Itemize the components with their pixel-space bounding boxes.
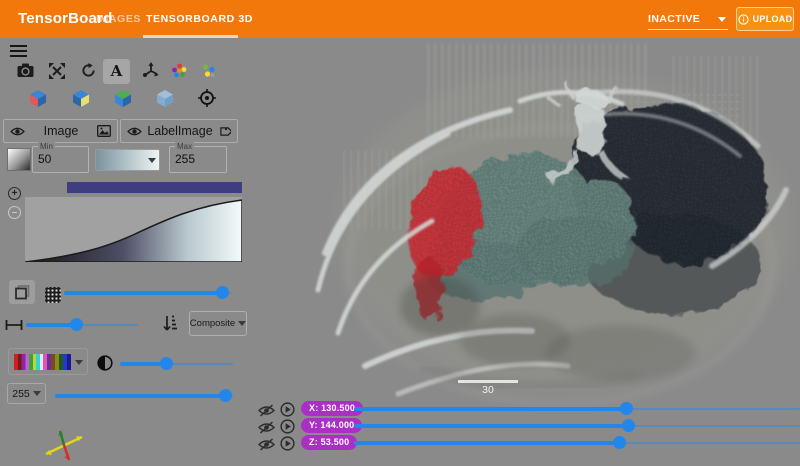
slice-y-slider[interactable] [354,419,800,432]
reset-view-expand-icon[interactable] [49,63,65,79]
blend-mode-dropdown[interactable]: Composite [189,311,247,336]
slider-handle[interactable] [620,402,633,415]
slider-fill [55,394,226,398]
tensorboard-3d-app: TensorBoard IMAGES TENSORBOARD 3D INACTI… [0,0,800,466]
run-state-dropdown[interactable]: INACTIVE [648,9,728,30]
component-dropdown[interactable]: 255 [7,383,46,404]
slider-handle[interactable] [70,318,83,331]
caret-down-icon [718,17,726,22]
caret-down-icon [75,360,83,365]
image-icon [97,125,111,137]
slice-x-visibility-off-icon[interactable] [258,404,275,417]
slice-y-play-button[interactable] [280,419,295,434]
slider-handle[interactable] [622,419,635,432]
slider-handle[interactable] [219,389,232,402]
upload-label: UPLOAD [753,14,793,24]
point-cloud-icon[interactable] [171,62,188,79]
center-target-icon[interactable] [198,89,216,107]
square-outline-icon [15,285,30,300]
min-value-input[interactable] [38,152,82,166]
tab-tensorboard-3d[interactable]: TENSORBOARD 3D [146,0,253,38]
run-state-value: INACTIVE [648,13,700,25]
active-tab-underline [143,35,238,38]
caret-down-icon [148,158,156,163]
transform-axes-icon[interactable] [142,62,159,79]
visibility-eye-icon[interactable] [10,126,25,137]
opacity-slider[interactable] [64,286,231,299]
upload-button[interactable]: UPLOAD [736,7,794,31]
label-opacity-slider[interactable] [120,357,233,370]
slider-handle[interactable] [160,357,173,370]
layer-labelimage-label: LabelImage [147,124,213,138]
colormap-preset-dropdown[interactable] [95,149,160,171]
component-value: 255 [12,388,30,400]
info-icon [738,14,749,25]
caret-down-icon [33,391,41,396]
colormap-stripes-preview [14,354,71,370]
slider-fill [354,424,628,428]
sampling-grid-icon[interactable] [45,287,61,303]
caret-down-icon [238,321,246,326]
layer-labelimage-button[interactable]: LabelImage [120,119,238,143]
shade-toggle-button[interactable] [9,280,35,304]
slice-x-slider[interactable] [354,402,800,415]
cube-z-face-icon[interactable] [113,88,133,108]
contrast-icon [97,355,113,371]
sort-interpolation-icon[interactable] [163,315,178,333]
slice-z-slider[interactable] [354,436,800,449]
slider-handle[interactable] [613,436,626,449]
annotation-text-tool[interactable]: A [103,59,130,84]
scale-bar-label: 30 [458,384,518,396]
app-header: TensorBoard IMAGES TENSORBOARD 3D INACTI… [0,0,800,38]
orientation-gizmo[interactable] [42,424,88,464]
max-field-label: Max [175,142,194,151]
volume-rendering-viewport[interactable] [280,38,800,448]
range-gauge-bar[interactable] [67,182,242,193]
window-min-field[interactable]: Min [32,146,89,173]
slice-x-play-button[interactable] [280,402,295,417]
cube-x-face-icon[interactable] [28,88,48,108]
visibility-eye-icon[interactable] [127,126,142,137]
gradient-opacity-slider[interactable] [26,318,138,331]
slider-fill [354,441,619,445]
tag-icon [218,125,231,138]
min-field-label: Min [38,142,55,151]
window-gradient-button[interactable] [7,148,31,171]
screenshot-camera-icon[interactable] [17,63,34,78]
rotate-icon[interactable] [81,63,96,78]
slider-fill [64,291,223,295]
slice-y-visibility-off-icon[interactable] [258,421,275,434]
label-colormap-dropdown[interactable] [8,348,88,375]
slice-z-play-button[interactable] [280,436,295,451]
menu-icon[interactable] [10,45,27,58]
component-weight-slider[interactable] [55,389,233,402]
opacity-curve [25,197,242,262]
max-value-input[interactable] [175,152,220,166]
layer-image-label: Image [30,124,92,138]
cube-volume-icon[interactable] [155,88,175,108]
slider-fill [26,323,76,327]
transfer-function-histogram[interactable] [25,197,242,262]
labeled-points-icon[interactable] [201,63,216,78]
blend-mode-value: Composite [190,318,235,329]
tab-images[interactable]: IMAGES [96,0,141,38]
add-gaussian-button[interactable]: + [8,187,21,200]
cube-y-face-icon[interactable] [71,88,91,108]
slice-z-visibility-off-icon[interactable] [258,438,275,451]
slider-handle[interactable] [216,286,229,299]
scale-bar [458,380,518,383]
window-max-field[interactable]: Max [169,146,227,173]
remove-gaussian-button[interactable]: – [8,206,21,219]
layer-image-button[interactable]: Image [3,119,118,143]
slice-z-value-badge: Z: 53.500 [301,435,357,450]
slider-fill [354,407,626,411]
spacing-icon[interactable] [5,319,23,331]
